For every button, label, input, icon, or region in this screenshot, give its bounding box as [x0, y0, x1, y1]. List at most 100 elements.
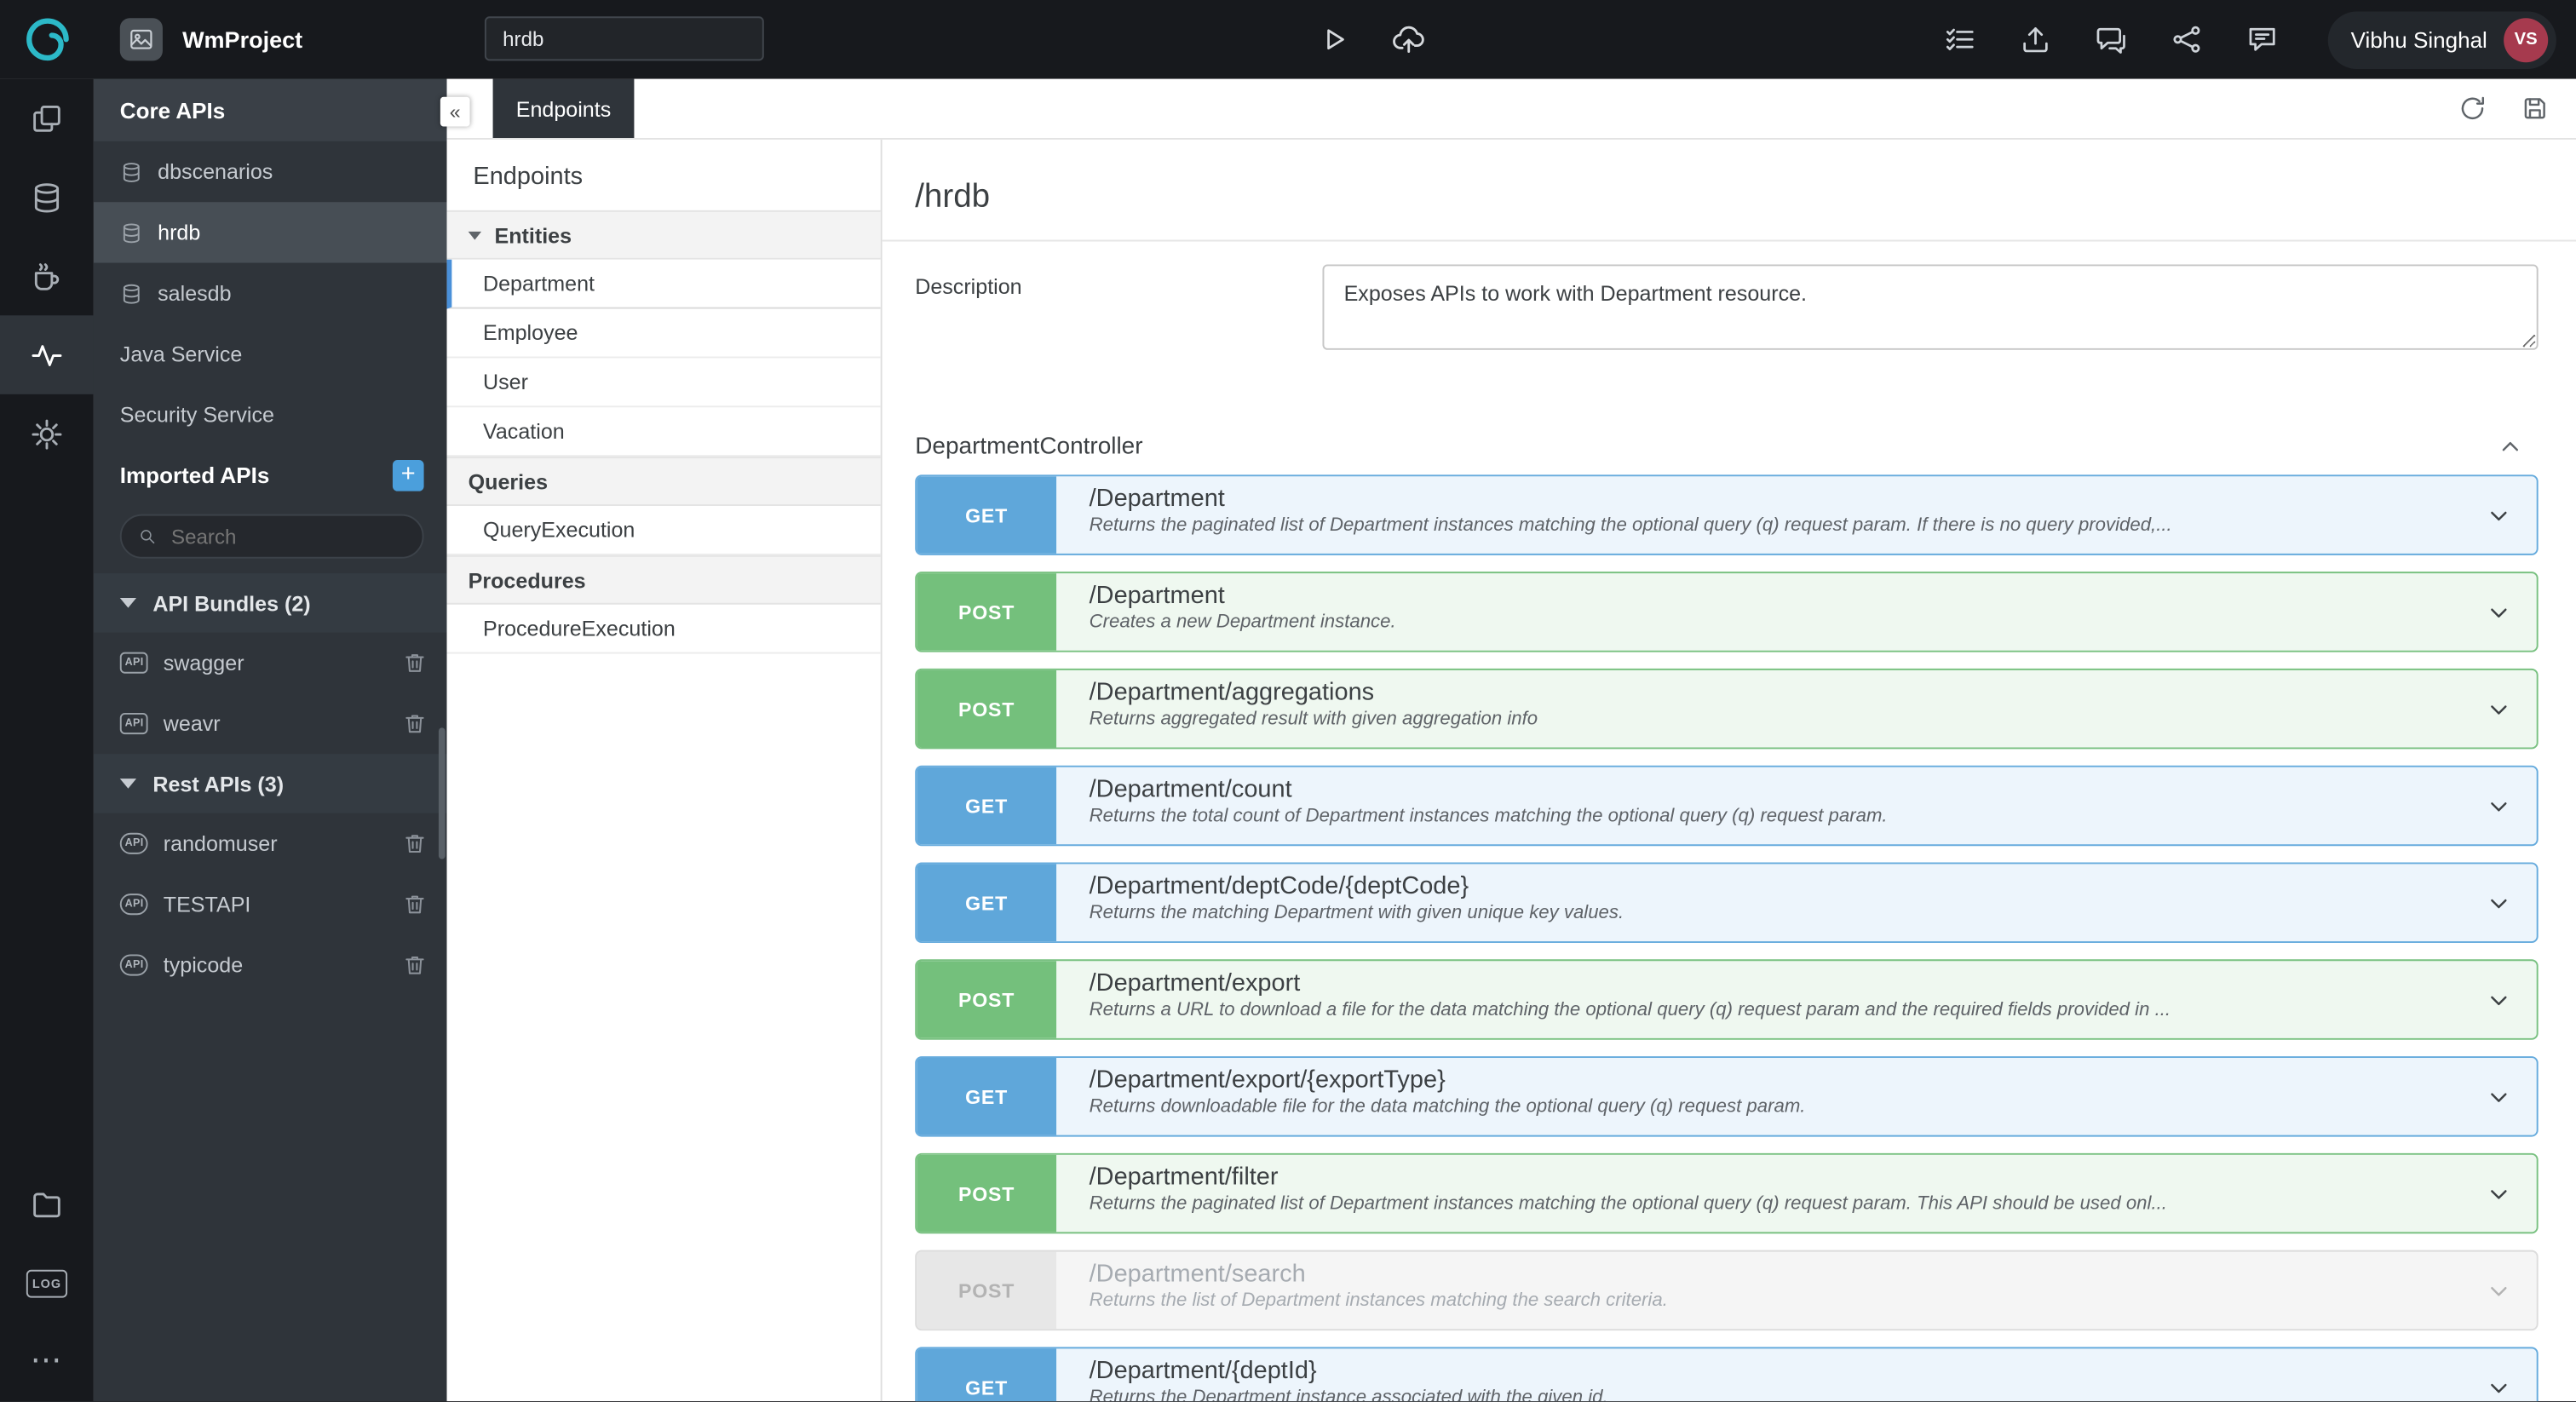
endpoints-tree-panel: Endpoints Entities Department Employee U… [446, 139, 883, 1402]
rail-item-java[interactable] [0, 237, 94, 316]
sidebar-item-security-service[interactable]: Security Service [94, 384, 447, 445]
tree-item-vacation[interactable]: Vacation [446, 407, 881, 457]
endpoint-row[interactable]: GET /Department/count Returns the total … [915, 765, 2539, 847]
gear-icon [30, 417, 64, 451]
chevron-down-icon[interactable] [2484, 500, 2514, 530]
sidebar-item-swagger[interactable]: API swagger [94, 632, 447, 692]
description-input[interactable]: Exposes APIs to work with Department res… [1322, 264, 2539, 350]
endpoint-description: Returns a URL to download a file for the… [1089, 1000, 2171, 1020]
sidebar-item-dbscenarios[interactable]: dbscenarios [94, 141, 447, 202]
icon-rail: LOG ⋯ [0, 78, 94, 1402]
rail-item-settings[interactable] [0, 394, 94, 474]
trash-icon[interactable] [402, 953, 427, 978]
method-badge: GET [917, 1057, 1057, 1135]
checklist-icon[interactable] [1943, 23, 1976, 56]
tree-item-user[interactable]: User [446, 358, 881, 408]
run-icon[interactable] [1318, 23, 1351, 56]
tab-endpoints[interactable]: Endpoints [492, 78, 635, 138]
endpoint-description: Returns downloadable file for the data m… [1089, 1097, 1806, 1118]
chevron-down-icon[interactable] [2484, 791, 2514, 821]
trash-icon[interactable] [402, 711, 427, 736]
endpoint-row[interactable]: POST /Department/filter Returns the pagi… [915, 1152, 2539, 1234]
trash-icon[interactable] [402, 651, 427, 675]
sidebar-search-input[interactable] [168, 523, 406, 550]
sidebar-item-salesdb[interactable]: salesdb [94, 263, 447, 324]
share-branch-icon[interactable] [2170, 23, 2203, 56]
chevron-down-icon[interactable] [2484, 1276, 2514, 1306]
chat-icon[interactable] [2095, 23, 2128, 56]
chevron-down-icon[interactable] [2484, 694, 2514, 724]
endpoint-text: /Department/deptCode/{deptCode} Returns … [1090, 864, 1624, 941]
user-menu[interactable]: Vibhu Singhal VS [2327, 10, 2556, 69]
endpoint-description: Returns the matching Department with giv… [1089, 903, 1624, 923]
sidebar-item-label: salesdb [158, 280, 232, 306]
endpoint-row[interactable]: GET /Department Returns the paginated li… [915, 474, 2539, 555]
sidebar-item-label: swagger [163, 650, 244, 675]
sidebar-item-label: dbscenarios [158, 159, 273, 184]
rail-item-more[interactable]: ⋯ [0, 1322, 94, 1401]
rail-item-databases[interactable] [0, 158, 94, 237]
tree-section-procedures[interactable]: Procedures [446, 554, 881, 605]
endpoint-row[interactable]: POST /Department/aggregations Returns ag… [915, 668, 2539, 750]
trash-icon[interactable] [402, 831, 427, 856]
sidebar-item-testapi[interactable]: API TESTAPI [94, 874, 447, 934]
group-label: API Bundles (2) [152, 590, 311, 616]
rail-item-files[interactable] [0, 1164, 94, 1244]
tree-section-entities[interactable]: Entities [446, 210, 881, 260]
tree-item-queryexecution[interactable]: QueryExecution [446, 506, 881, 555]
database-icon [120, 160, 143, 183]
endpoint-row[interactable]: POST /Department Creates a new Departmen… [915, 572, 2539, 652]
core-apis-header: Core APIs [93, 78, 447, 141]
controller-header[interactable]: DepartmentController [915, 432, 2538, 462]
publish-icon[interactable] [2019, 23, 2052, 56]
rail-item-apis[interactable] [0, 315, 94, 394]
trash-icon[interactable] [402, 892, 427, 916]
sidebar-item-typicode[interactable]: API typicode [94, 934, 447, 995]
sidebar-item-java-service[interactable]: Java Service [94, 324, 447, 384]
chevron-down-icon[interactable] [2484, 1082, 2514, 1112]
chevron-down-icon[interactable] [2484, 597, 2514, 627]
cloud-deploy-icon[interactable] [1391, 21, 1426, 55]
chevron-up-icon[interactable] [2495, 432, 2525, 462]
endpoint-row[interactable]: GET /Department/deptCode/{deptCode} Retu… [915, 862, 2539, 943]
endpoint-row[interactable]: POST /Department/export Returns a URL to… [915, 959, 2539, 1040]
sidebar-item-hrdb[interactable]: hrdb [93, 202, 447, 263]
chevron-down-icon[interactable] [2484, 1179, 2514, 1209]
endpoint-row[interactable]: GET /Department/export/{exportType} Retu… [915, 1056, 2539, 1137]
endpoint-description: Returns the paginated list of Department… [1089, 515, 2172, 536]
description-row: Description Exposes APIs to work with De… [915, 264, 2539, 350]
endpoint-list: GET /Department Returns the paginated li… [915, 474, 2539, 1402]
rail-item-logs[interactable]: LOG [0, 1244, 94, 1323]
tree-section-queries[interactable]: Queries [446, 457, 881, 506]
rail-item-pages[interactable] [0, 79, 94, 158]
save-icon[interactable] [2520, 94, 2550, 124]
tree-item-department[interactable]: Department [446, 259, 881, 309]
sidebar-item-weavr[interactable]: API weavr [94, 693, 447, 754]
app-logo[interactable] [0, 0, 94, 79]
chevron-down-icon[interactable] [2484, 985, 2514, 1014]
chevron-down-icon[interactable] [2484, 1372, 2514, 1401]
project-thumbnail-icon[interactable] [119, 18, 163, 61]
feedback-icon[interactable] [2245, 23, 2279, 56]
endpoint-path: /Department/search [1089, 1260, 1306, 1288]
endpoint-text: /Department/{deptId} Returns the Departm… [1090, 1348, 1608, 1401]
imported-apis-title: Imported APIs [119, 462, 270, 487]
endpoint-row-disabled[interactable]: POST /Department/search Returns the list… [915, 1250, 2539, 1331]
endpoint-path: /Department [1089, 484, 1225, 513]
sidebar-scrollbar[interactable] [438, 727, 446, 859]
refresh-icon[interactable] [2458, 94, 2487, 124]
add-api-button[interactable]: + [392, 459, 424, 491]
group-rest-apis[interactable]: Rest APIs (3) [93, 754, 447, 813]
chevron-down-icon[interactable] [2484, 888, 2514, 917]
java-icon [30, 259, 64, 293]
method-badge: GET [917, 767, 1057, 845]
endpoint-row[interactable]: GET /Department/{deptId} Returns the Dep… [915, 1347, 2539, 1402]
sidebar-item-randomuser[interactable]: API randomuser [94, 813, 447, 874]
tree-item-procedureexecution[interactable]: ProcedureExecution [446, 605, 881, 654]
group-api-bundles[interactable]: API Bundles (2) [93, 573, 447, 633]
method-badge: GET [917, 476, 1057, 554]
endpoint-text: /Department Returns the paginated list o… [1090, 476, 2172, 554]
tree-item-employee[interactable]: Employee [446, 309, 881, 359]
sidebar-collapse-button[interactable]: « [440, 96, 470, 127]
global-search-input[interactable] [484, 16, 764, 61]
